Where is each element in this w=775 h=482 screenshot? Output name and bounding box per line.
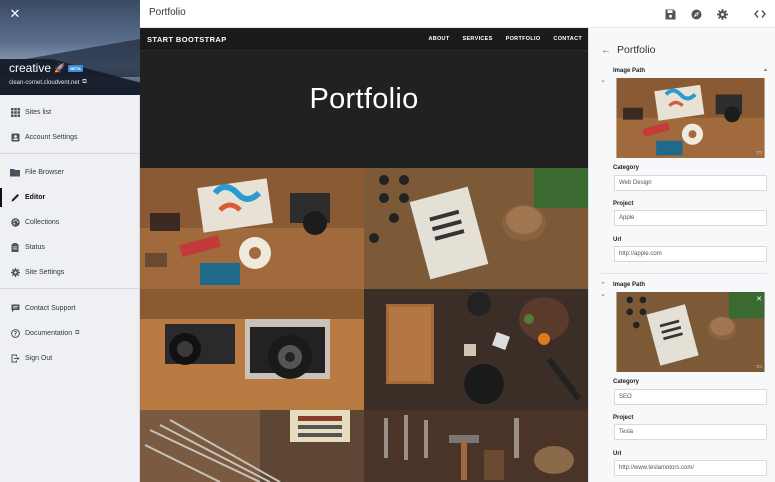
sidebar-item-editor[interactable]: Editor xyxy=(0,185,140,210)
category-label: Category xyxy=(613,165,640,171)
category-field[interactable]: SEO xyxy=(614,389,767,405)
sidebar-item-label: Site Settings xyxy=(25,269,65,276)
nav-divider xyxy=(0,288,140,289)
portfolio-tile-kitchen[interactable] xyxy=(364,289,588,410)
beta-badge: BETA xyxy=(68,64,83,72)
preview-navbar: START BOOTSTRAP ABOUT SERVICES PORTFOLIO… xyxy=(140,28,588,51)
back-arrow-icon[interactable]: ← xyxy=(601,45,611,56)
sidebar-item-label: Status xyxy=(25,244,45,251)
preview-brand[interactable]: START BOOTSTRAP xyxy=(147,35,227,44)
chevron-up-icon[interactable]: ⌃ xyxy=(600,281,606,289)
site-url-label: clean-cornet.cloudvent.net xyxy=(9,79,80,86)
pencil-icon xyxy=(10,193,20,203)
sidebar-item-collections[interactable]: Collections xyxy=(0,210,140,235)
url-label: Url xyxy=(613,237,622,243)
image-path-label: Image Path xyxy=(613,282,646,288)
rocket-icon: 🚀 xyxy=(54,62,66,73)
sidebar-item-account-settings[interactable]: Account Settings xyxy=(0,125,140,150)
category-label: Category xyxy=(613,379,640,385)
code-icon[interactable] xyxy=(753,7,767,21)
sidebar-item-label: Collections xyxy=(25,219,60,226)
folder-icon xyxy=(10,168,20,178)
nav-group-help: Contact Support ? Documentation ⧉ Sign O… xyxy=(0,296,140,371)
external-link-icon: ⧉ xyxy=(75,330,80,336)
svg-text:?: ? xyxy=(13,331,17,338)
sidebar-item-label: Sign Out xyxy=(25,355,53,362)
save-icon[interactable] xyxy=(663,7,677,21)
sidebar-item-label: Account Settings xyxy=(25,134,78,141)
site-name: creative 🚀 BETA xyxy=(9,61,83,75)
close-icon[interactable]: ✕ xyxy=(756,295,762,303)
sidebar-item-file-browser[interactable]: File Browser xyxy=(0,160,140,185)
chevron-down-icon[interactable]: ⌄ xyxy=(600,76,606,84)
image-path-field[interactable]: ▭ xyxy=(616,78,765,158)
sidebar-item-label: Contact Support xyxy=(25,305,76,312)
nav-group-account: Sites list Account Settings xyxy=(0,100,140,150)
nav-divider xyxy=(0,153,140,154)
sign-out-icon xyxy=(10,354,20,364)
portfolio-tile-stationery[interactable] xyxy=(140,168,364,289)
chat-icon xyxy=(10,304,20,314)
sidebar-item-sites-list[interactable]: Sites list xyxy=(0,100,140,125)
help-icon: ? xyxy=(10,329,20,339)
sidebar: ✕ creative 🚀 BETA clean-cornet.cloudvent… xyxy=(0,0,140,482)
preview-heading: Portfolio xyxy=(309,83,419,115)
id-card-icon xyxy=(10,133,20,143)
page-title: Portfolio xyxy=(149,7,186,18)
project-label: Project xyxy=(613,201,634,207)
site-url-link[interactable]: clean-cornet.cloudvent.net ⧉ xyxy=(9,79,87,86)
nav-group-site: File Browser Editor Collections Status S… xyxy=(0,160,140,285)
preview-nav-links: ABOUT SERVICES PORTFOLIO CONTACT xyxy=(428,36,582,42)
image-options-icon[interactable]: ▭ xyxy=(756,149,762,156)
sidebar-item-label: Documentation xyxy=(25,330,73,337)
project-field[interactable]: Tesla xyxy=(614,424,767,440)
sidebar-item-status[interactable]: Status xyxy=(0,235,140,260)
preview-link-about[interactable]: ABOUT xyxy=(428,36,449,42)
url-field[interactable]: http://www.teslamotors.com/ xyxy=(614,460,767,476)
sidebar-item-label: Sites list xyxy=(25,109,52,116)
project-label: Project xyxy=(613,415,634,421)
compass-icon[interactable] xyxy=(689,7,703,21)
top-bar: Portfolio xyxy=(140,0,775,28)
image-path-label: Image Path xyxy=(613,68,646,74)
sidebar-item-label: Editor xyxy=(25,194,46,201)
site-preview: START BOOTSTRAP ABOUT SERVICES PORTFOLIO… xyxy=(140,28,588,482)
portfolio-tile-typography[interactable] xyxy=(364,168,588,289)
clipboard-icon xyxy=(10,243,20,253)
panel-title: Portfolio xyxy=(617,44,656,56)
gear-icon[interactable] xyxy=(715,7,729,21)
portfolio-tile-tools[interactable] xyxy=(364,410,588,482)
sidebar-item-label: File Browser xyxy=(25,169,64,176)
preview-link-contact[interactable]: CONTACT xyxy=(553,36,582,42)
url-label: Url xyxy=(613,451,622,457)
close-icon[interactable]: ✕ xyxy=(8,7,22,21)
editor-panel: ← Portfolio ▲ Image Path ⌄ ▭ Category We… xyxy=(588,28,775,482)
sidebar-item-contact-support[interactable]: Contact Support xyxy=(0,296,140,321)
project-field[interactable]: Apple xyxy=(614,210,767,226)
portfolio-tile-camera[interactable] xyxy=(140,289,364,410)
image-path-field[interactable]: ✕ ▭ xyxy=(616,292,765,372)
site-name-label: creative xyxy=(9,61,52,75)
category-field[interactable]: Web Design xyxy=(614,175,767,191)
preview-link-services[interactable]: SERVICES xyxy=(463,36,493,42)
preview-link-portfolio[interactable]: PORTFOLIO xyxy=(506,36,541,42)
site-hero-image: ✕ creative 🚀 BETA clean-cornet.cloudvent… xyxy=(0,0,140,95)
chevron-down-icon[interactable]: ⌄ xyxy=(600,290,606,298)
portfolio-tile-sign[interactable] xyxy=(140,410,364,482)
panel-header: ← Portfolio xyxy=(601,44,656,56)
scroll-up-icon[interactable]: ▲ xyxy=(763,67,768,73)
item-divider xyxy=(601,273,767,274)
palette-icon xyxy=(10,218,20,228)
url-field[interactable]: http://apple.com xyxy=(614,246,767,262)
sidebar-item-documentation[interactable]: ? Documentation ⧉ xyxy=(0,321,140,346)
sidebar-item-sign-out[interactable]: Sign Out xyxy=(0,346,140,371)
grid-icon xyxy=(10,108,20,118)
gear-icon xyxy=(10,268,20,278)
image-options-icon[interactable]: ▭ xyxy=(756,363,762,370)
sidebar-item-site-settings[interactable]: Site Settings xyxy=(0,260,140,285)
external-link-icon: ⧉ xyxy=(82,79,87,85)
